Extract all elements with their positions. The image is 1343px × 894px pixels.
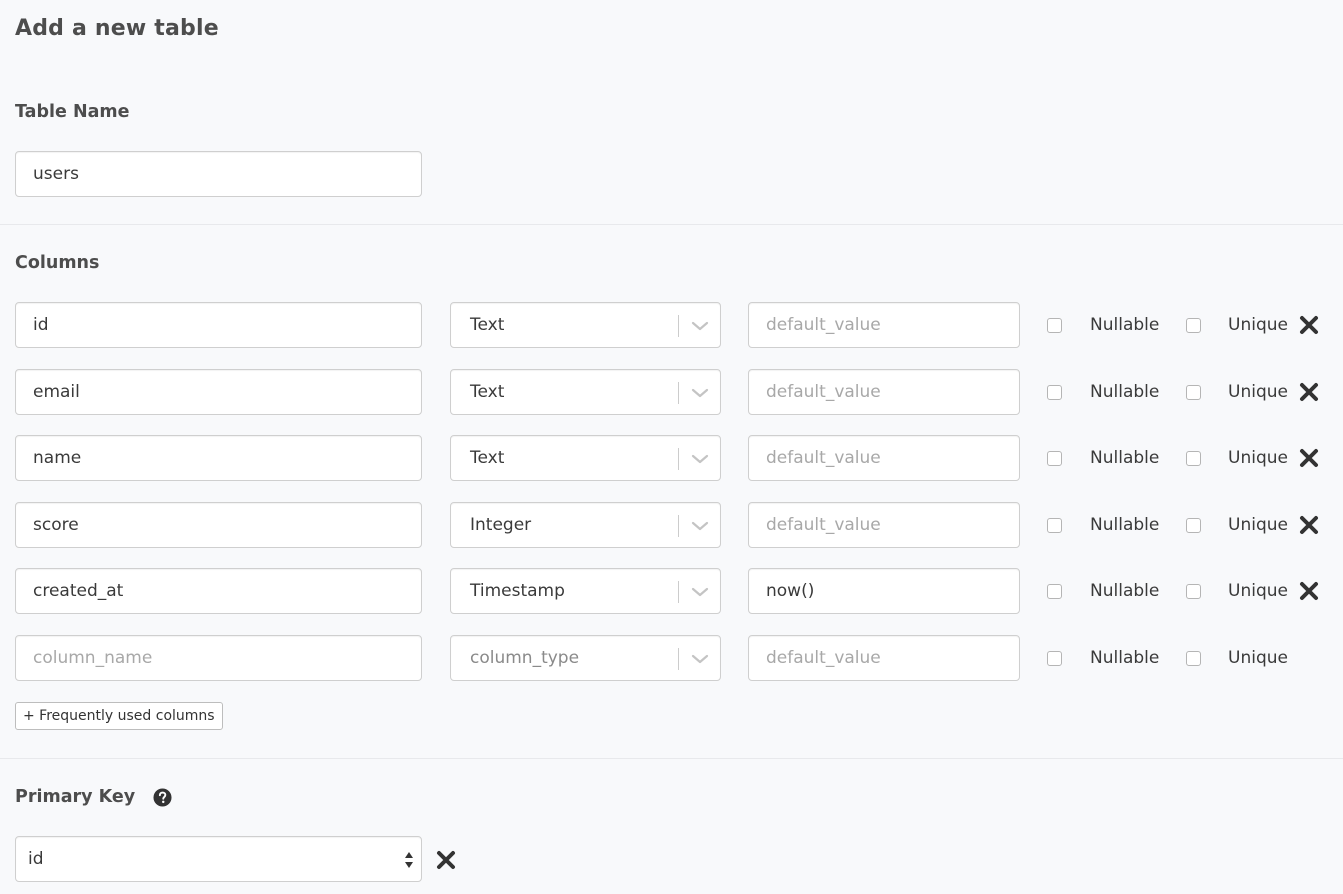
column-type-value: Text — [470, 315, 505, 335]
column-name-input[interactable] — [15, 568, 422, 614]
unique-checkbox[interactable] — [1186, 518, 1201, 533]
chevron-down-icon — [691, 521, 709, 531]
select-separator — [678, 581, 679, 603]
column-default-input[interactable] — [748, 568, 1020, 614]
column-default-input[interactable] — [748, 502, 1020, 548]
nullable-checkbox[interactable] — [1047, 451, 1062, 466]
chevron-down-icon — [691, 321, 709, 331]
column-default-input[interactable] — [748, 635, 1020, 681]
nullable-checkbox[interactable] — [1047, 651, 1062, 666]
divider — [0, 758, 1343, 759]
nullable-label: Nullable — [1090, 315, 1160, 335]
unique-label: Unique — [1228, 382, 1288, 402]
primary-key-select[interactable]: id — [15, 836, 422, 882]
column-type-value: Integer — [470, 515, 532, 535]
unique-checkbox[interactable] — [1186, 385, 1201, 400]
unique-label: Unique — [1228, 515, 1288, 535]
nullable-checkbox[interactable] — [1047, 584, 1062, 599]
select-separator — [678, 648, 679, 670]
table-name-label: Table Name — [15, 102, 130, 122]
frequently-used-columns-button[interactable]: + Frequently used columns — [15, 702, 223, 730]
unique-label: Unique — [1228, 648, 1288, 668]
columns-label: Columns — [15, 253, 100, 273]
select-separator — [678, 315, 679, 337]
column-name-input[interactable] — [15, 302, 422, 348]
close-x-icon[interactable] — [1299, 448, 1319, 468]
up-down-arrows-icon — [405, 852, 413, 868]
select-separator — [678, 448, 679, 470]
chevron-down-icon — [691, 454, 709, 464]
unique-checkbox[interactable] — [1186, 318, 1201, 333]
column-default-input[interactable] — [748, 435, 1020, 481]
nullable-label: Nullable — [1090, 581, 1160, 601]
chevron-down-icon — [691, 388, 709, 398]
column-type-value: Timestamp — [470, 581, 565, 601]
close-x-icon[interactable] — [1299, 382, 1319, 402]
nullable-checkbox[interactable] — [1047, 318, 1062, 333]
column-name-input[interactable] — [15, 635, 422, 681]
divider — [0, 224, 1343, 225]
column-name-input[interactable] — [15, 369, 422, 415]
column-type-value: column_type — [470, 648, 580, 668]
chevron-down-icon — [691, 587, 709, 597]
primary-key-label: Primary Key — [15, 787, 136, 807]
column-name-input[interactable] — [15, 502, 422, 548]
unique-checkbox[interactable] — [1186, 584, 1201, 599]
column-type-select[interactable]: Text — [450, 435, 721, 481]
column-type-select[interactable]: Integer — [450, 502, 721, 548]
page-title: Add a new table — [15, 16, 219, 41]
nullable-label: Nullable — [1090, 448, 1160, 468]
column-type-select[interactable]: column_type — [450, 635, 721, 681]
primary-key-value: id — [28, 849, 44, 869]
unique-label: Unique — [1228, 581, 1288, 601]
unique-checkbox[interactable] — [1186, 451, 1201, 466]
unique-label: Unique — [1228, 448, 1288, 468]
column-type-select[interactable]: Timestamp — [450, 568, 721, 614]
close-x-icon[interactable] — [1299, 581, 1319, 601]
column-default-input[interactable] — [748, 302, 1020, 348]
column-type-select[interactable]: Text — [450, 369, 721, 415]
question-circle-icon[interactable] — [153, 788, 172, 807]
column-type-value: Text — [470, 448, 505, 468]
nullable-label: Nullable — [1090, 382, 1160, 402]
close-x-icon[interactable] — [436, 850, 456, 870]
nullable-checkbox[interactable] — [1047, 385, 1062, 400]
chevron-down-icon — [691, 654, 709, 664]
column-type-value: Text — [470, 382, 505, 402]
close-x-icon[interactable] — [1299, 315, 1319, 335]
close-x-icon[interactable] — [1299, 515, 1319, 535]
unique-checkbox[interactable] — [1186, 651, 1201, 666]
column-name-input[interactable] — [15, 435, 422, 481]
column-type-select[interactable]: Text — [450, 302, 721, 348]
select-separator — [678, 515, 679, 537]
unique-label: Unique — [1228, 315, 1288, 335]
select-separator — [678, 382, 679, 404]
nullable-label: Nullable — [1090, 648, 1160, 668]
nullable-label: Nullable — [1090, 515, 1160, 535]
nullable-checkbox[interactable] — [1047, 518, 1062, 533]
table-name-input[interactable] — [15, 151, 422, 197]
column-default-input[interactable] — [748, 369, 1020, 415]
